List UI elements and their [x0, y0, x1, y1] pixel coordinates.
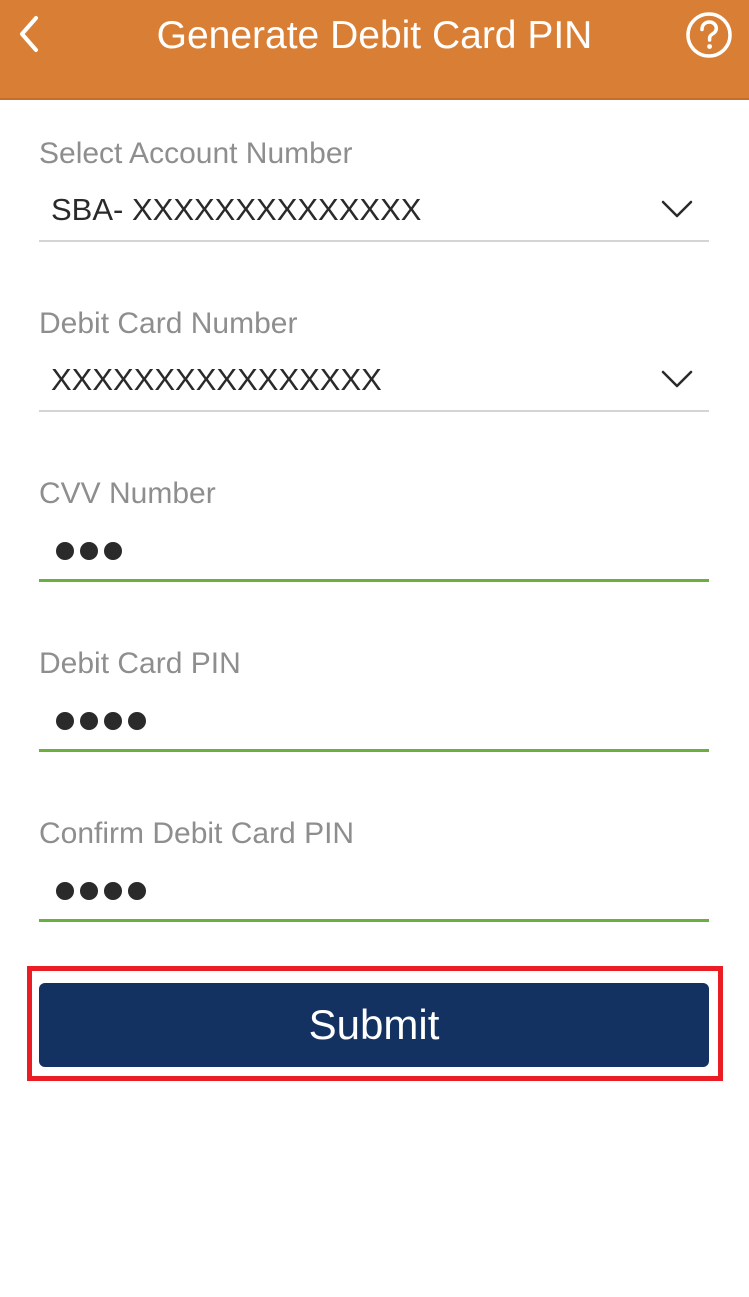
- chevron-down-icon: [661, 370, 693, 388]
- mask-dot: [80, 542, 98, 560]
- debit-card-value: XXXXXXXXXXXXXXXX: [51, 362, 382, 397]
- app-header: Generate Debit Card PIN: [0, 0, 749, 100]
- account-select[interactable]: SBA- XXXXXXXXXXXXXX: [39, 182, 709, 242]
- page-title: Generate Debit Card PIN: [156, 14, 593, 57]
- mask-dot: [104, 542, 122, 560]
- pin-label: Debit Card PIN: [39, 647, 241, 680]
- mask-dot: [80, 712, 98, 730]
- cvv-input[interactable]: [39, 522, 709, 582]
- account-value: SBA- XXXXXXXXXXXXXX: [51, 192, 422, 227]
- mask-dot: [104, 712, 122, 730]
- debit-card-label: Debit Card Number: [39, 307, 298, 340]
- mask-dot: [128, 712, 146, 730]
- debit-card-select[interactable]: XXXXXXXXXXXXXXXX: [39, 352, 709, 412]
- mask-dot: [56, 542, 74, 560]
- help-button[interactable]: [685, 11, 733, 59]
- chevron-down-icon: [661, 200, 693, 218]
- mask-dot: [80, 882, 98, 900]
- mask-dot: [128, 882, 146, 900]
- mask-dot: [104, 882, 122, 900]
- pin-input[interactable]: [39, 692, 709, 752]
- confirm-pin-label: Confirm Debit Card PIN: [39, 817, 355, 850]
- confirm-pin-masked-value: [56, 882, 146, 900]
- cvv-label: CVV Number: [39, 477, 216, 510]
- question-circle-icon: [686, 12, 732, 58]
- cvv-masked-value: [56, 542, 122, 560]
- pin-masked-value: [56, 712, 146, 730]
- submit-button[interactable]: Submit: [39, 983, 709, 1067]
- mask-dot: [56, 712, 74, 730]
- mask-dot: [56, 882, 74, 900]
- account-label: Select Account Number: [39, 137, 353, 170]
- confirm-pin-input[interactable]: [39, 862, 709, 922]
